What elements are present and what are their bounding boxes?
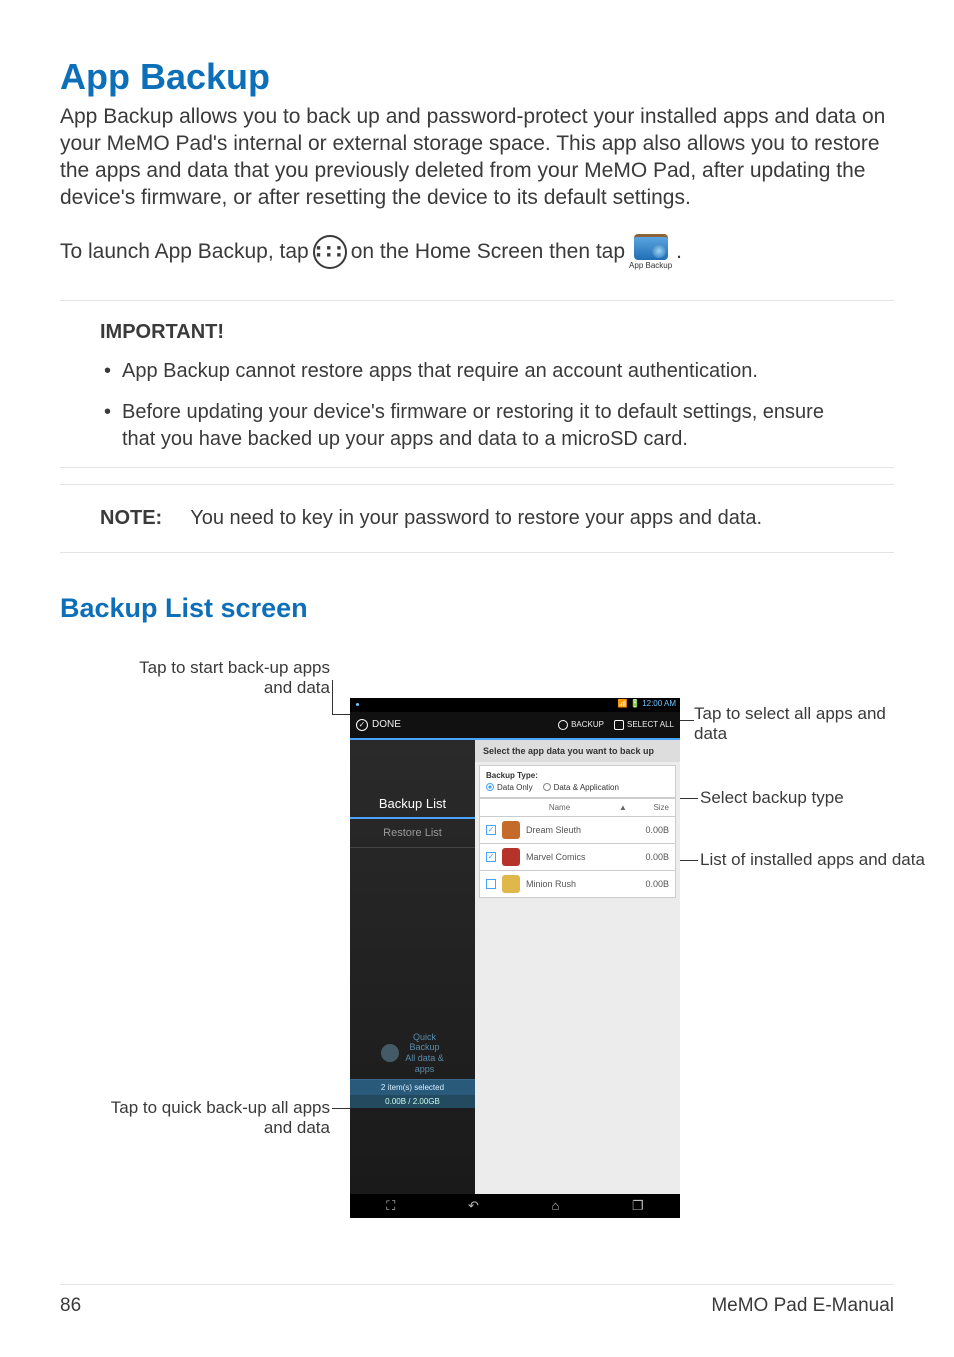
tab-restore-list[interactable]: Restore List (350, 819, 475, 848)
app-icon (502, 875, 520, 893)
app-row[interactable]: ✓ Marvel Comics 0.00B (479, 844, 676, 871)
refresh-icon (558, 720, 568, 730)
battery-icon: 🔋 (630, 699, 640, 708)
quick-l4: apps (415, 1064, 435, 1074)
quick-l1: Quick (413, 1032, 436, 1042)
done-button[interactable]: ✓ DONE (356, 719, 401, 731)
quick-backup-button[interactable]: Quick Backup All data & apps (350, 1028, 475, 1079)
home-icon[interactable]: ⌂ (552, 1198, 560, 1213)
clock-text: 12:00 AM (642, 699, 676, 708)
important-block: IMPORTANT! App Backup cannot restore app… (60, 321, 894, 453)
app-size: 0.00B (629, 852, 669, 862)
app-size: 0.00B (629, 825, 669, 835)
app-row[interactable]: Minion Rush 0.00B (479, 871, 676, 898)
wifi-icon: 📶 (618, 699, 628, 708)
grid-icon (614, 720, 624, 730)
radio-data-app[interactable]: Data & Application (543, 783, 619, 792)
tab-backup-list[interactable]: Backup List (350, 790, 475, 819)
note-text: You need to key in your password to rest… (190, 507, 762, 530)
launch-mid: on the Home Screen then tap (351, 240, 625, 264)
app-size: 0.00B (629, 879, 669, 889)
instruction-banner: Select the app data you want to back up (475, 740, 680, 762)
nav-bar: ⛶ ↶ ⌂ ❐ (350, 1194, 680, 1218)
device-main: Select the app data you want to back up … (475, 740, 680, 1194)
selection-count: 2 item(s) selected (350, 1079, 475, 1095)
radio-data-only[interactable]: Data Only (486, 783, 533, 792)
checkbox-icon[interactable]: ✓ (486, 825, 496, 835)
action-bar: ✓ DONE BACKUP SELECT ALL (350, 712, 680, 740)
diagram: Tap to start back-up apps and data Tap t… (60, 650, 894, 1250)
device-screenshot: 📶 🔋 12:00 AM ✓ DONE BACKUP SELECT ALL (350, 698, 680, 1218)
callout-app-list: List of installed apps and data (700, 850, 954, 870)
page-number: 86 (60, 1295, 81, 1317)
callout-backup-type: Select backup type (700, 788, 900, 808)
note-block: NOTE: You need to key in your password t… (60, 491, 894, 546)
col-size[interactable]: Size (629, 803, 669, 812)
col-name[interactable]: Name (500, 803, 619, 812)
quick-l2: Backup (409, 1042, 439, 1052)
page-title: App Backup (60, 56, 894, 98)
page-footer: 86 MeMO Pad E-Manual (60, 1284, 894, 1317)
back-icon[interactable]: ↶ (468, 1198, 479, 1214)
launch-instruction: To launch App Backup, tap ■ ■ ■■ ■ ■ on … (60, 234, 894, 270)
recent-icon[interactable]: ❐ (632, 1198, 644, 1214)
app-list: ✓Dream Sleuth0.00B✓Marvel Comics0.00BMin… (479, 817, 676, 898)
backup-label: BACKUP (571, 720, 604, 729)
important-label: IMPORTANT! (100, 321, 854, 344)
status-bar: 📶 🔋 12:00 AM (350, 698, 680, 712)
refresh-icon (381, 1044, 399, 1062)
table-header: Name ▲ Size (479, 798, 676, 817)
screenshot-icon[interactable]: ⛶ (386, 1198, 395, 1214)
callout-select-all: Tap to select all apps and data (694, 704, 894, 745)
app-icon (502, 821, 520, 839)
backup-type-panel: Backup Type: Data Only Data & Applicatio… (479, 765, 676, 798)
storage-free: 0.00B / 2.00GB (350, 1095, 475, 1108)
callout-quick-backup: Tap to quick back-up all apps and data (98, 1098, 330, 1139)
backup-type-label: Backup Type: (486, 771, 669, 780)
device-sidebar: Backup List Restore List Quick Backup Al… (350, 740, 475, 1194)
done-label: DONE (372, 719, 401, 730)
checkbox-icon[interactable] (486, 879, 496, 889)
select-all-label: SELECT ALL (627, 720, 674, 729)
intro-paragraph: App Backup allows you to back up and pas… (60, 104, 894, 212)
important-item: App Backup cannot restore apps that requ… (100, 358, 854, 385)
quick-l3: All data & (405, 1053, 444, 1063)
section-subheading: Backup List screen (60, 593, 894, 624)
callout-start-backup: Tap to start back-up apps and data (130, 658, 330, 699)
select-all-button[interactable]: SELECT ALL (614, 720, 674, 730)
backup-button[interactable]: BACKUP (558, 720, 604, 730)
app-name: Marvel Comics (526, 852, 623, 862)
app-row[interactable]: ✓ Dream Sleuth 0.00B (479, 817, 676, 844)
launch-post: . (676, 240, 682, 264)
radio-data-only-label: Data Only (497, 783, 533, 792)
manual-title: MeMO Pad E-Manual (711, 1295, 894, 1317)
important-item: Before updating your device's firmware o… (100, 399, 854, 453)
app-backup-caption: App Backup (629, 262, 672, 270)
app-name: Minion Rush (526, 879, 623, 889)
note-label: NOTE: (100, 507, 162, 530)
all-apps-icon: ■ ■ ■■ ■ ■ (313, 235, 347, 269)
sort-icon: ▲ (619, 803, 629, 812)
launch-pre: To launch App Backup, tap (60, 240, 309, 264)
app-backup-icon: App Backup (629, 234, 672, 270)
checkmark-icon: ✓ (356, 719, 368, 731)
checkbox-icon[interactable]: ✓ (486, 852, 496, 862)
app-name: Dream Sleuth (526, 825, 623, 835)
radio-data-app-label: Data & Application (554, 783, 619, 792)
app-icon (502, 848, 520, 866)
